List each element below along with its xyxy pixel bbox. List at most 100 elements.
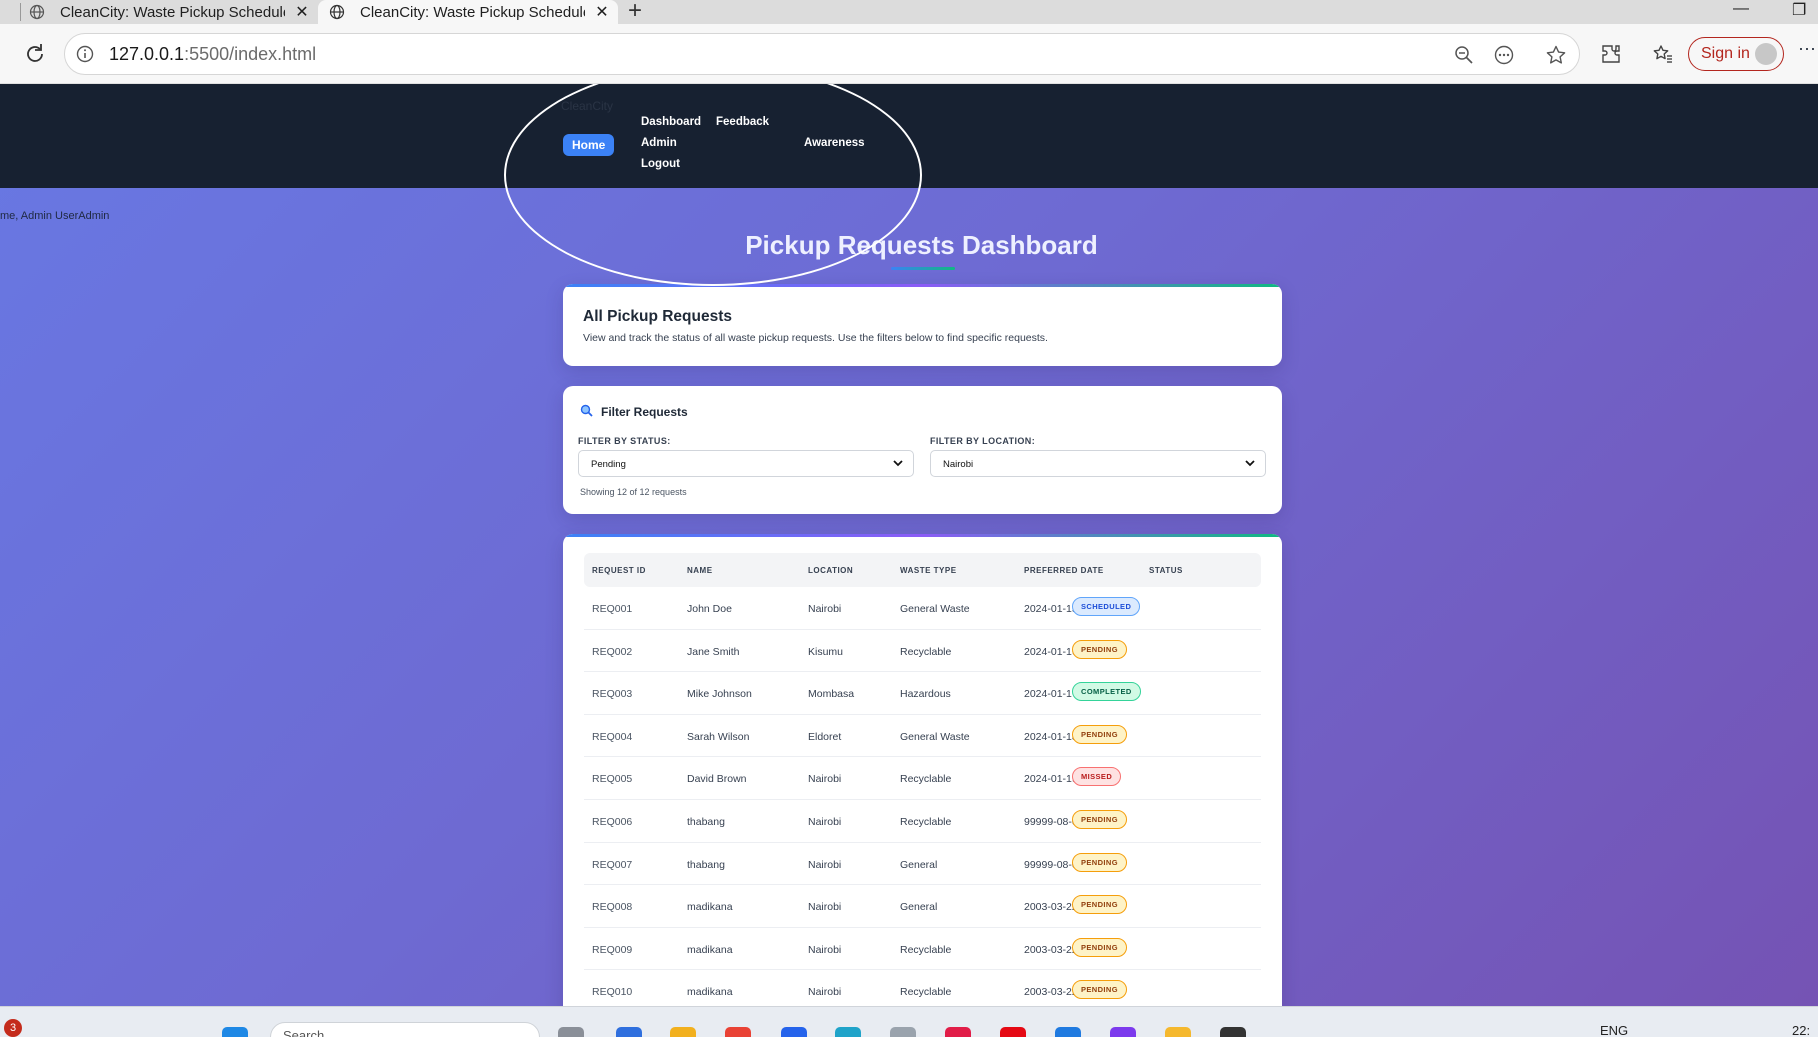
cell-location: Eldoret bbox=[808, 730, 842, 743]
close-tab-icon[interactable]: ✕ bbox=[291, 2, 313, 22]
status-badge: PENDING bbox=[1072, 980, 1127, 1000]
search-icon bbox=[580, 404, 593, 420]
requests-table: REQUEST ID NAME LOCATION WASTE TYPE PREF… bbox=[584, 553, 1261, 1006]
status-filter-select[interactable]: Pending bbox=[578, 450, 914, 477]
copilot-icon[interactable] bbox=[616, 1027, 642, 1037]
cell-request-id: REQ010 bbox=[592, 986, 633, 999]
table-row[interactable]: REQ004 Sarah Wilson Eldoret General Waste 20… bbox=[584, 715, 1261, 758]
cell-preferred-date: 2024-01-19 bbox=[1024, 773, 1078, 786]
status-badge: PENDING bbox=[1072, 852, 1127, 872]
nav-home[interactable]: Home bbox=[563, 134, 615, 156]
clock[interactable]: 22: bbox=[1792, 1023, 1810, 1037]
chrome-icon[interactable] bbox=[725, 1027, 751, 1037]
intro-card: All Pickup Requests View and track the s… bbox=[563, 284, 1282, 366]
column-header-waste-type[interactable]: WASTE TYPE bbox=[900, 566, 957, 575]
cell-request-id: REQ008 bbox=[592, 901, 633, 914]
table-row[interactable]: REQ007 thabang Nairobi General 99999-08-01 PE… bbox=[584, 843, 1261, 886]
filter-heading: Filter Requests bbox=[580, 404, 688, 420]
site-brand[interactable]: CleanCity bbox=[561, 99, 613, 113]
cell-location: Nairobi bbox=[808, 603, 842, 615]
table-row[interactable]: REQ006 thabang Nairobi Recyclable 99999-08-0… bbox=[584, 800, 1261, 843]
column-header-preferred-date[interactable]: PREFERRED DATE bbox=[1024, 566, 1104, 575]
more-actions-icon[interactable] bbox=[1493, 44, 1515, 66]
start-menu-icon[interactable] bbox=[222, 1027, 248, 1037]
cell-waste-type: Recyclable bbox=[900, 815, 952, 828]
filter-card: Filter Requests FILTER BY STATUS: Pendin… bbox=[563, 386, 1282, 514]
cell-preferred-date: 2024-01-17 bbox=[1024, 688, 1078, 701]
globe-icon bbox=[28, 3, 46, 21]
minimize-icon[interactable]: — bbox=[1733, 0, 1749, 18]
status-badge: PENDING bbox=[1072, 937, 1127, 957]
url-text[interactable]: 127.0.0.1:5500/index.html bbox=[109, 44, 316, 65]
browser-tab-2-active[interactable]: CleanCity: Waste Pickup Schedule ✕ bbox=[318, 0, 618, 24]
terminal-icon[interactable] bbox=[1220, 1027, 1246, 1037]
taskbar-search[interactable]: Search bbox=[270, 1022, 540, 1037]
zoom-out-icon[interactable] bbox=[1453, 44, 1475, 66]
column-header-name[interactable]: NAME bbox=[687, 566, 713, 575]
reload-icon[interactable] bbox=[22, 41, 48, 67]
status-badge: PENDING bbox=[1072, 724, 1127, 744]
table-row[interactable]: REQ010 madikana Nairobi Recyclable 2003-03-2… bbox=[584, 970, 1261, 1006]
cell-location: Mombasa bbox=[808, 688, 855, 701]
table-row[interactable]: REQ001 John Doe Nairobi General Waste 2024-0… bbox=[584, 587, 1261, 630]
table-row[interactable]: REQ002 Jane Smith Kisumu Recyclable 2024-01-… bbox=[584, 630, 1261, 673]
browser-tab-1[interactable]: CleanCity: Waste Pickup Schedule ✕ bbox=[28, 0, 318, 24]
cell-name: John Doe bbox=[687, 603, 732, 615]
address-bar[interactable]: 127.0.0.1:5500/index.html bbox=[64, 33, 1580, 75]
cell-name: Mike Johnson bbox=[687, 688, 752, 701]
app-icon[interactable] bbox=[1110, 1027, 1136, 1037]
column-header-request-id[interactable]: REQUEST ID bbox=[592, 566, 646, 575]
results-count: Showing 12 of 12 requests bbox=[580, 487, 687, 497]
column-header-location[interactable]: LOCATION bbox=[808, 566, 853, 575]
nav-admin[interactable]: Admin bbox=[641, 137, 677, 149]
os-taskbar: 3 Search ENG 22: bbox=[0, 1006, 1818, 1037]
status-badge: PENDING bbox=[1072, 895, 1127, 915]
table-row[interactable]: REQ008 madikana Nairobi General 2003-03-22 PE… bbox=[584, 885, 1261, 928]
restore-window-icon[interactable]: ❐ bbox=[1792, 0, 1806, 20]
intro-text: View and track the status of all waste p… bbox=[583, 332, 1048, 344]
settings-more-icon[interactable]: ··· bbox=[1798, 38, 1818, 60]
cell-name: thabang bbox=[687, 858, 725, 871]
sign-in-label: Sign in bbox=[1701, 45, 1750, 62]
media-app-icon[interactable] bbox=[945, 1027, 971, 1037]
cell-name: madikana bbox=[687, 943, 733, 956]
nav-feedback[interactable]: Feedback bbox=[716, 116, 769, 128]
column-header-status[interactable]: STATUS bbox=[1149, 566, 1183, 575]
store-icon[interactable] bbox=[781, 1027, 807, 1037]
extensions-icon[interactable] bbox=[1600, 43, 1622, 65]
task-view-icon[interactable] bbox=[558, 1027, 584, 1037]
location-filter-select[interactable]: Nairobi bbox=[930, 450, 1266, 477]
language-indicator[interactable]: ENG bbox=[1600, 1023, 1628, 1037]
filter-heading-text: Filter Requests bbox=[601, 405, 688, 419]
chevron-down-icon bbox=[1243, 456, 1257, 470]
notification-badge[interactable]: 3 bbox=[4, 1019, 22, 1037]
netflix-icon[interactable] bbox=[1000, 1027, 1026, 1037]
file-explorer-icon[interactable] bbox=[670, 1027, 696, 1037]
status-badge: PENDING bbox=[1072, 639, 1127, 659]
status-badge: MISSED bbox=[1072, 767, 1122, 787]
card-accent-bar bbox=[563, 534, 1282, 537]
new-tab-icon[interactable]: + bbox=[628, 0, 642, 23]
favorites-icon[interactable] bbox=[1652, 43, 1674, 65]
nav-awareness[interactable]: Awareness bbox=[804, 137, 865, 149]
cell-location: Nairobi bbox=[808, 901, 842, 914]
vscode-icon[interactable] bbox=[1055, 1027, 1081, 1037]
page-viewport: CleanCity Home Dashboard Feedback Admin … bbox=[0, 84, 1818, 1006]
sign-in-button[interactable]: Sign in bbox=[1688, 37, 1784, 71]
cell-waste-type: General Waste bbox=[900, 730, 970, 743]
table-row[interactable]: REQ005 David Brown Nairobi Recyclable 2024-0… bbox=[584, 757, 1261, 800]
edge-icon[interactable] bbox=[835, 1027, 861, 1037]
taskbar-search-placeholder: Search bbox=[283, 1028, 325, 1037]
cell-waste-type: Recyclable bbox=[900, 943, 952, 956]
sticky-notes-icon[interactable] bbox=[1165, 1027, 1191, 1037]
cell-location: Nairobi bbox=[808, 986, 842, 999]
mail-icon[interactable] bbox=[890, 1027, 916, 1037]
cell-waste-type: Hazardous bbox=[900, 688, 951, 701]
table-row[interactable]: REQ009 madikana Nairobi Recyclable 2003-03-2… bbox=[584, 928, 1261, 971]
site-info-icon[interactable] bbox=[75, 44, 95, 64]
table-row[interactable]: REQ003 Mike Johnson Mombasa Hazardous 2024-0… bbox=[584, 672, 1261, 715]
close-tab-icon[interactable]: ✕ bbox=[591, 2, 613, 22]
favorite-star-icon[interactable] bbox=[1545, 44, 1567, 66]
nav-logout[interactable]: Logout bbox=[641, 158, 680, 170]
nav-dashboard[interactable]: Dashboard bbox=[641, 116, 701, 128]
